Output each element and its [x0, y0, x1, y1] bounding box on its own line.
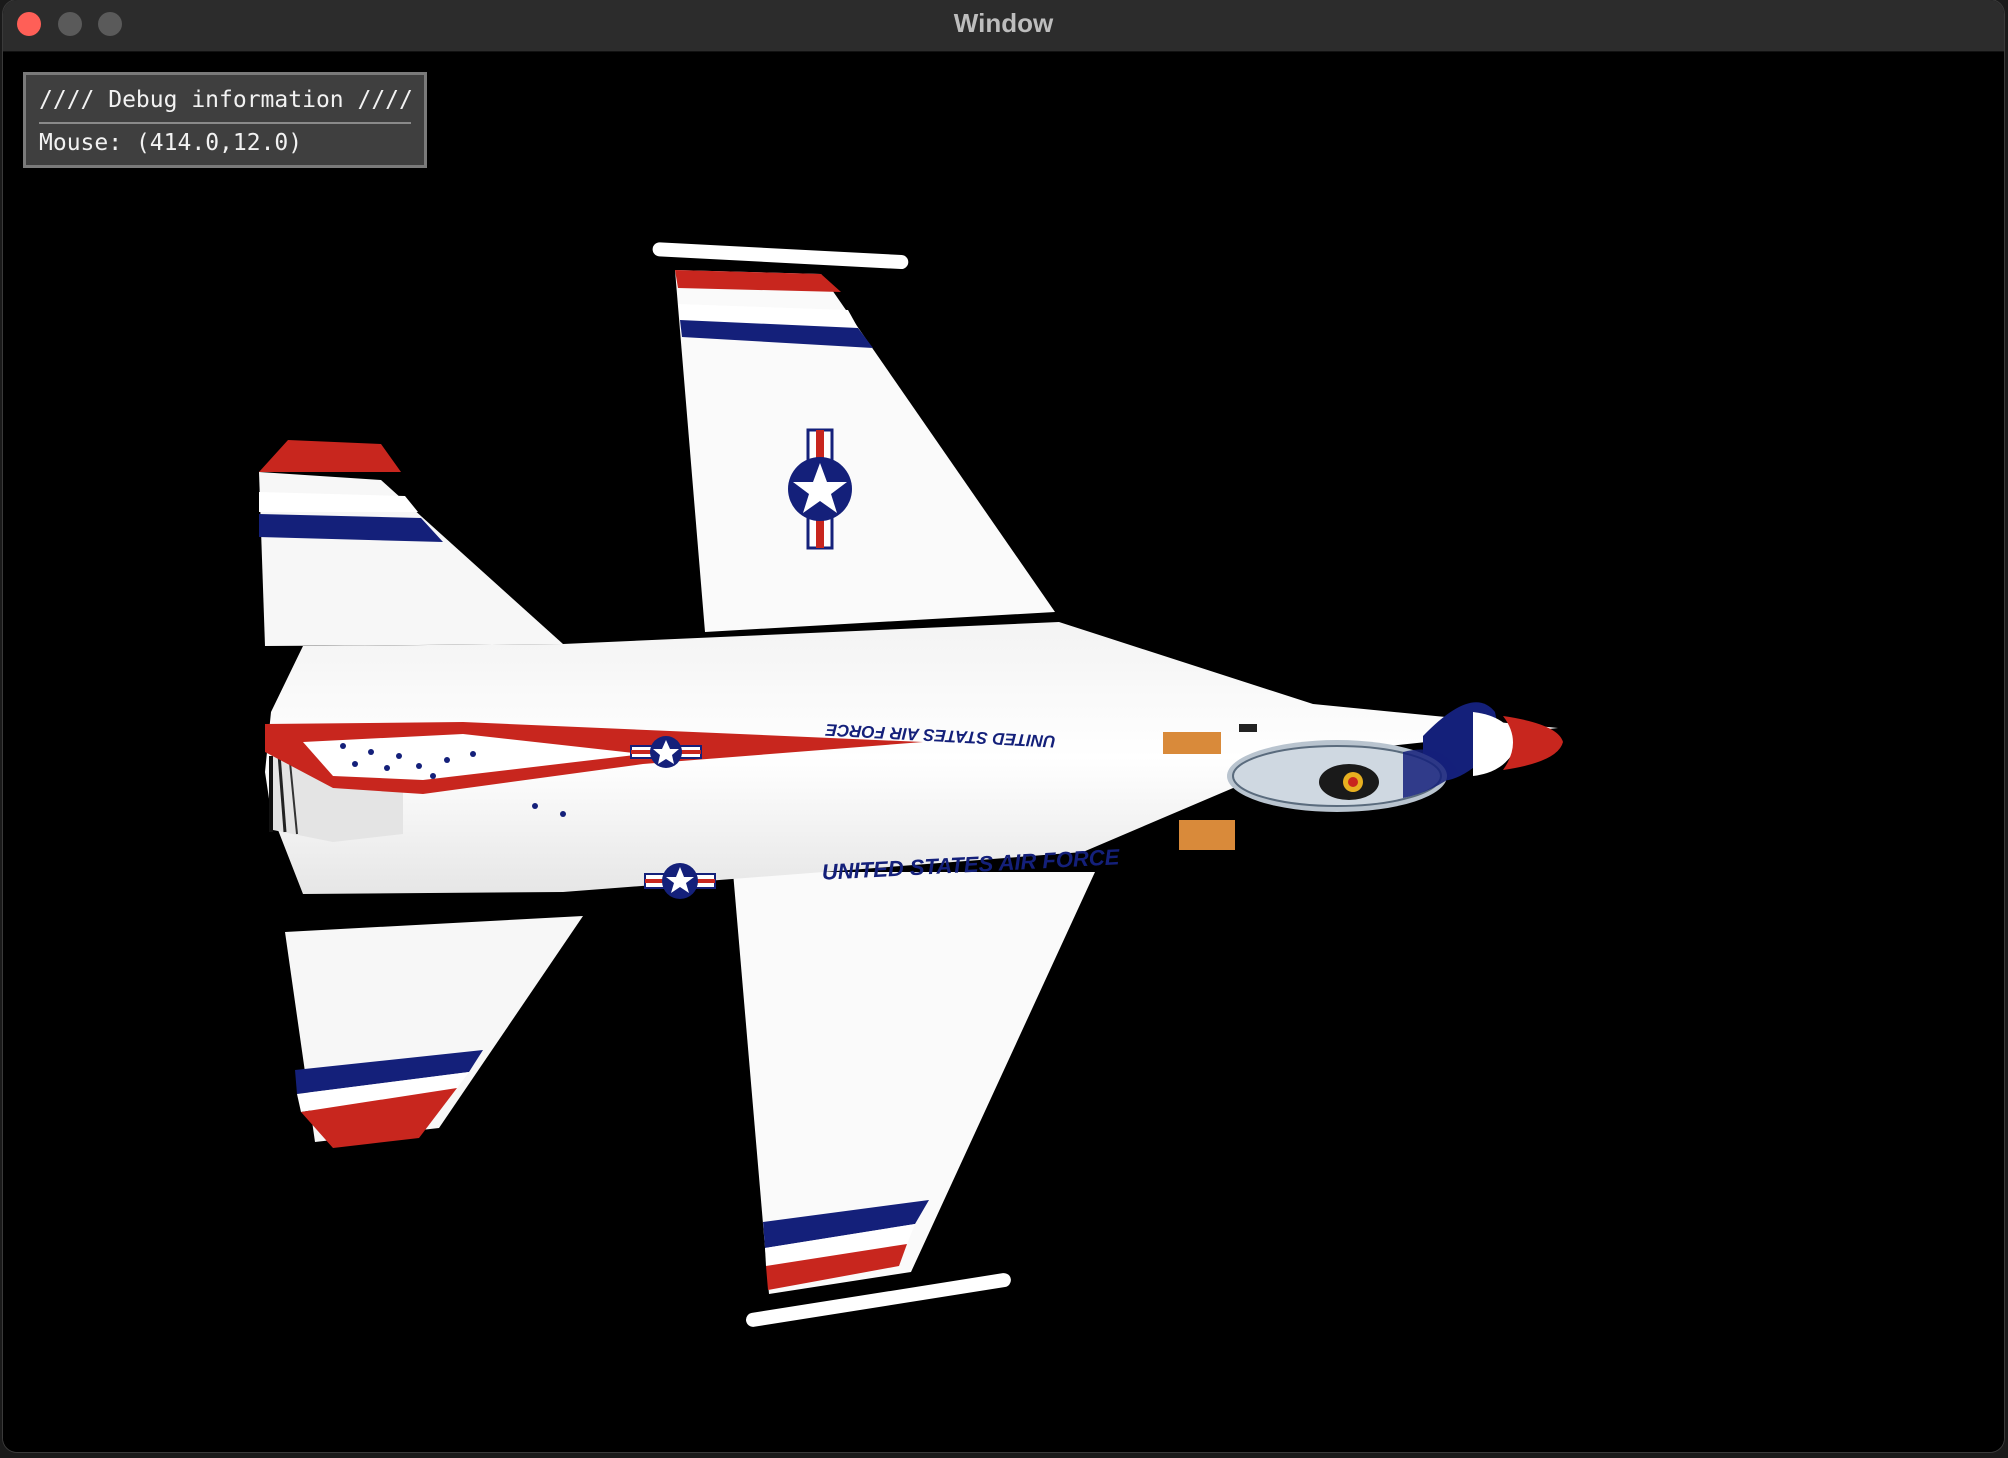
jet-scene: UNITED STATES AIR FORCE UNITED STATES AI… — [3, 52, 2004, 1452]
debug-header: //// Debug information //// — [39, 87, 413, 113]
lower-tailplane — [285, 916, 583, 1148]
lower-wing — [733, 872, 1095, 1327]
upper-wing — [652, 242, 1055, 632]
cockpit-canopy — [1227, 740, 1458, 812]
debug-divider — [39, 122, 411, 124]
window-title: Window — [953, 8, 1054, 38]
fuselage — [265, 622, 1563, 894]
flag-decal-lower-icon — [1179, 820, 1235, 850]
upper-tailplane — [259, 440, 563, 646]
jet-model: UNITED STATES AIR FORCE UNITED STATES AI… — [259, 242, 1563, 1327]
mouse-label: Mouse: — [39, 130, 123, 156]
app-window: Window UNITED STATES AIR FORCE UNITED ST… — [3, 0, 2004, 1452]
debug-panel: //// Debug information //// Mouse: (414.… — [23, 72, 427, 168]
render-canvas[interactable]: UNITED STATES AIR FORCE UNITED STATES AI… — [3, 52, 2004, 1452]
mouse-value: (414.0,12.0) — [135, 130, 303, 156]
title-bar: Window — [3, 0, 2004, 52]
flag-decal-upper-icon — [1163, 732, 1221, 754]
debug-mouse-line: Mouse: (414.0,12.0) — [39, 130, 302, 156]
